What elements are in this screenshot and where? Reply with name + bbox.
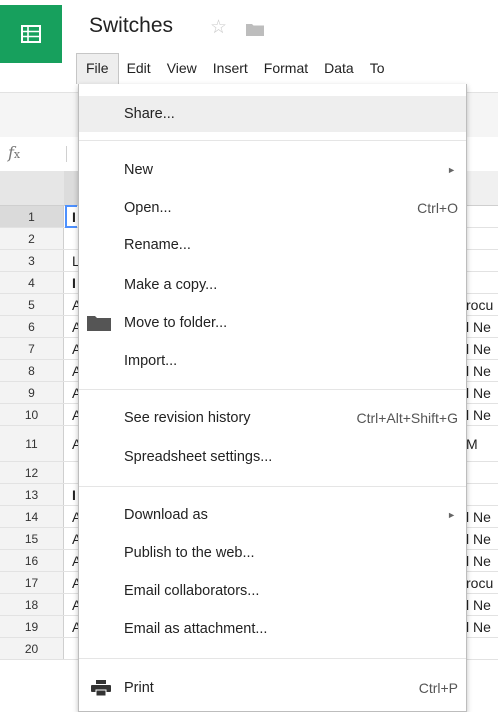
row-number[interactable]: 1 [0, 206, 64, 227]
menu-item-revision-history[interactable]: See revision history Ctrl+Alt+Shift+G [79, 400, 466, 436]
menu-item-download-as[interactable]: Download as ► [79, 497, 466, 533]
shortcut-label: Ctrl+P [418, 680, 458, 696]
row-number[interactable]: 20 [0, 638, 64, 659]
menu-item-label: Email as attachment... [124, 621, 268, 637]
spreadsheet-grid-icon [21, 25, 41, 43]
menu-item-share[interactable]: Share... [79, 96, 466, 132]
menu-item-new[interactable]: New ► [79, 152, 466, 188]
menu-item-label: Share... [124, 106, 175, 122]
select-all-corner[interactable] [0, 171, 65, 205]
row-number[interactable]: 18 [0, 594, 64, 615]
row-number[interactable]: 17 [0, 572, 64, 593]
row-number[interactable]: 7 [0, 338, 64, 359]
column-header-a[interactable] [64, 171, 78, 205]
row-number[interactable]: 19 [0, 616, 64, 637]
row-number[interactable]: 5 [0, 294, 64, 315]
formula-separator [66, 146, 67, 162]
menu-item-import[interactable]: Import... [79, 343, 466, 379]
row-number[interactable]: 3 [0, 250, 64, 271]
cell-right[interactable]: rocu [466, 294, 493, 315]
cell-right[interactable]: l Ne [466, 360, 491, 381]
folder-icon[interactable] [246, 23, 264, 36]
menu-item-label: Email collaborators... [124, 583, 260, 599]
menu-item-label: Publish to the web... [124, 545, 255, 561]
row-number[interactable]: 14 [0, 506, 64, 527]
menu-divider [79, 389, 466, 390]
menu-divider [79, 140, 466, 141]
menu-item-rename[interactable]: Rename... [79, 227, 466, 263]
document-title[interactable]: Switches [89, 14, 173, 38]
cell-right[interactable]: rocu [466, 572, 493, 593]
menu-item-label: Download as [124, 507, 208, 523]
cell-right[interactable]: l Ne [466, 616, 491, 637]
menu-item-label: Import... [124, 353, 178, 369]
menu-item-open[interactable]: Open... Ctrl+O [79, 190, 466, 226]
cell-right[interactable]: M [466, 426, 478, 461]
cell-a[interactable]: I [72, 206, 76, 227]
submenu-arrow-icon: ► [447, 510, 456, 520]
menu-item-label: Open... [124, 200, 172, 216]
row-number[interactable]: 13 [0, 484, 64, 505]
menubar: File Edit View Insert Format Data To [76, 52, 498, 84]
menu-item-spreadsheet-settings[interactable]: Spreadsheet settings... [79, 439, 466, 475]
menu-item-move-to-folder[interactable]: Move to folder... [79, 305, 466, 341]
menu-view[interactable]: View [159, 52, 205, 84]
menu-divider [79, 486, 466, 487]
cell-right[interactable]: l Ne [466, 506, 491, 527]
menu-item-email-attachment[interactable]: Email as attachment... [79, 611, 466, 647]
menu-item-print[interactable]: Print Ctrl+P [79, 670, 466, 706]
cell-right[interactable]: l Ne [466, 338, 491, 359]
row-number[interactable]: 6 [0, 316, 64, 337]
menu-item-make-copy[interactable]: Make a copy... [79, 267, 466, 303]
menu-tools[interactable]: To [362, 52, 393, 84]
submenu-arrow-icon: ► [447, 165, 456, 175]
cell-right[interactable]: l Ne [466, 316, 491, 337]
menu-insert[interactable]: Insert [205, 52, 256, 84]
cell-right[interactable]: l Ne [466, 382, 491, 403]
row-number[interactable]: 12 [0, 462, 64, 483]
cell-right[interactable]: l Ne [466, 528, 491, 549]
row-number[interactable]: 16 [0, 550, 64, 571]
cell-a[interactable]: I [72, 272, 76, 293]
menu-item-email-collaborators[interactable]: Email collaborators... [79, 573, 466, 609]
printer-icon [91, 680, 111, 696]
fx-icon: fx [8, 143, 21, 162]
menu-divider [79, 658, 466, 659]
row-number[interactable]: 10 [0, 404, 64, 425]
folder-icon [87, 316, 111, 331]
star-icon[interactable]: ☆ [210, 16, 227, 39]
menu-item-label: Spreadsheet settings... [124, 449, 273, 465]
row-number[interactable]: 9 [0, 382, 64, 403]
row-number[interactable]: 4 [0, 272, 64, 293]
row-number[interactable]: 8 [0, 360, 64, 381]
cell-right[interactable]: l Ne [466, 594, 491, 615]
menu-format[interactable]: Format [256, 52, 316, 84]
shortcut-label: Ctrl+Alt+Shift+G [356, 410, 458, 426]
menu-item-label: Move to folder... [124, 315, 228, 331]
sheets-logo[interactable] [0, 5, 62, 63]
cell-a[interactable]: I [72, 484, 76, 505]
cell-right[interactable]: l Ne [466, 404, 491, 425]
menu-edit[interactable]: Edit [119, 52, 159, 84]
row-number[interactable]: 15 [0, 528, 64, 549]
menu-item-label: Rename... [124, 237, 191, 253]
row-number[interactable]: 2 [0, 228, 64, 249]
menu-item-label: Print [124, 680, 154, 696]
menu-item-label: Make a copy... [124, 277, 218, 293]
menu-file[interactable]: File [76, 53, 119, 84]
file-menu-dropdown: Share... New ► Open... Ctrl+O Rename... … [78, 84, 467, 712]
menu-item-label: See revision history [124, 410, 251, 426]
menu-data[interactable]: Data [316, 52, 362, 84]
cell-right[interactable]: l Ne [466, 550, 491, 571]
menu-item-publish[interactable]: Publish to the web... [79, 535, 466, 571]
shortcut-label: Ctrl+O [417, 200, 458, 216]
row-number[interactable]: 11 [0, 426, 64, 461]
menu-item-label: New [124, 162, 154, 178]
